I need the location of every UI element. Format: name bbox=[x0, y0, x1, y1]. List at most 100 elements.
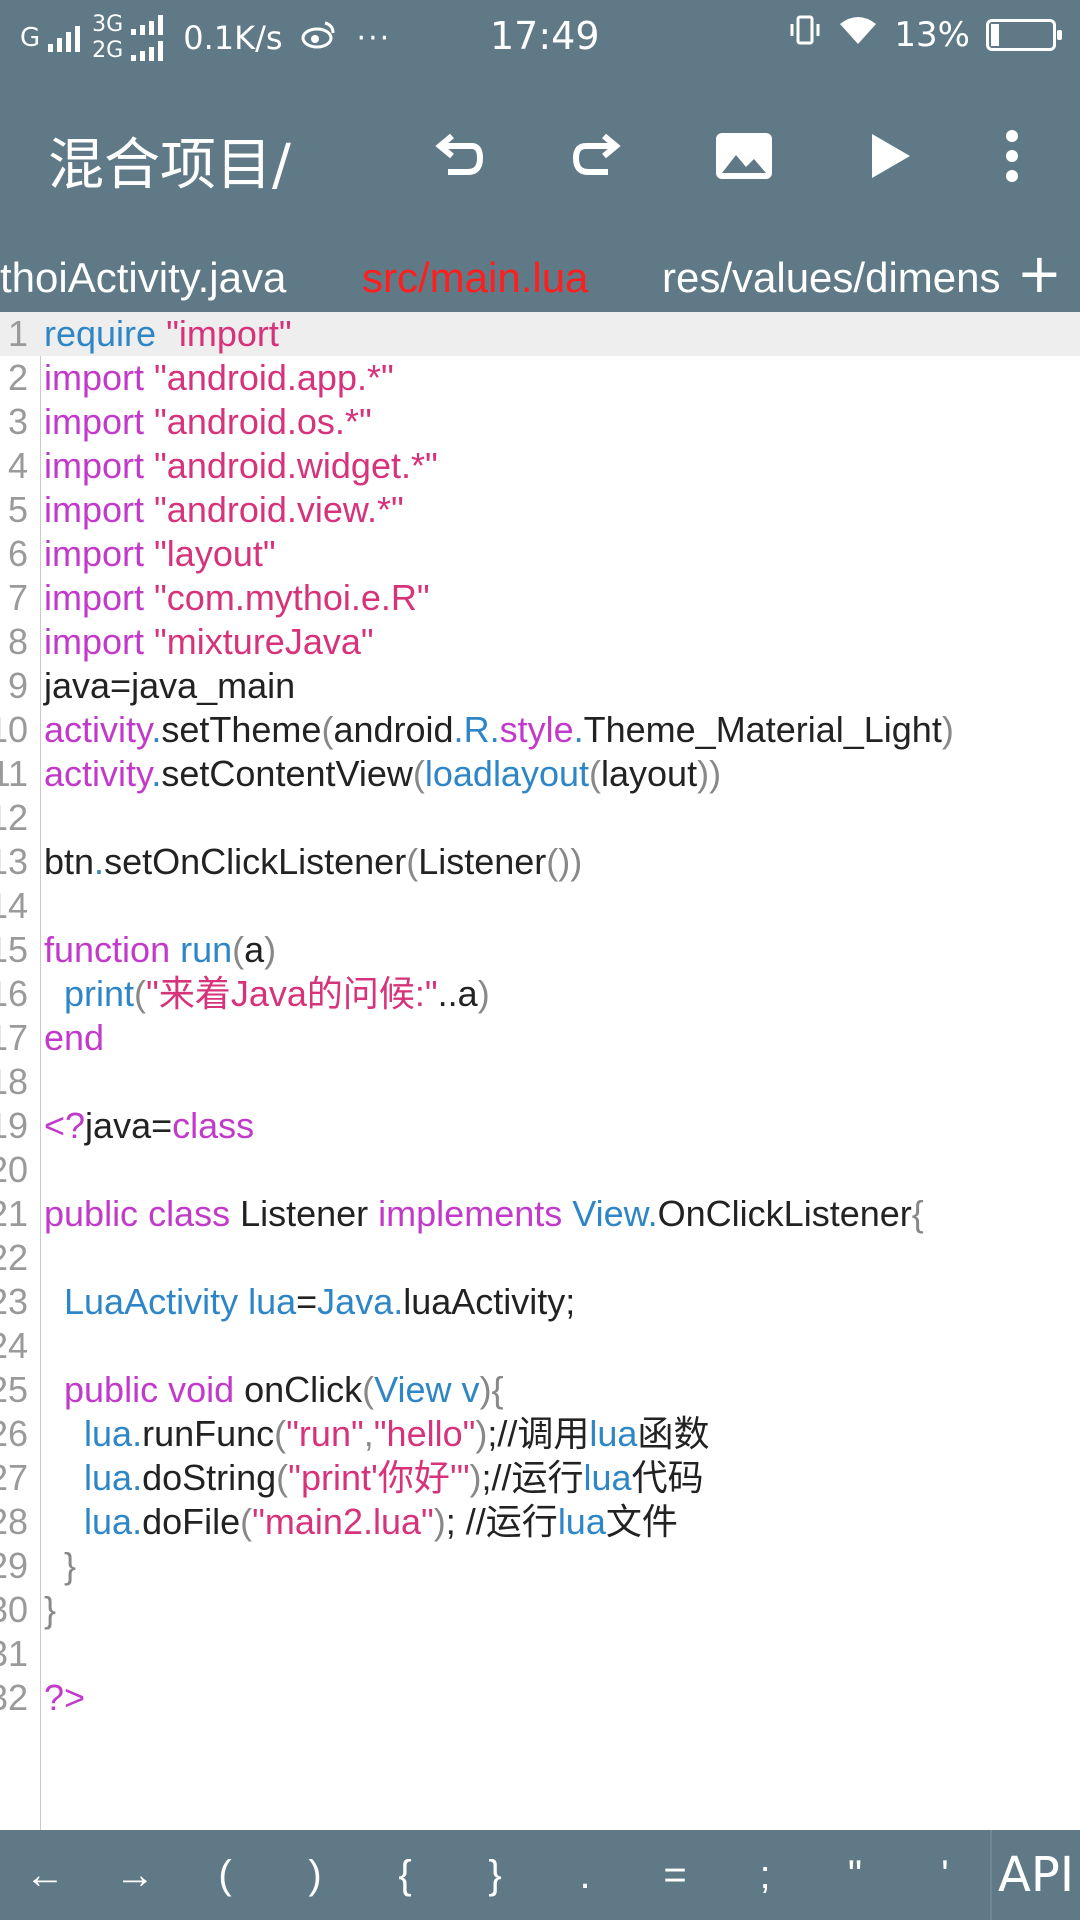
code-token: ) bbox=[469, 1457, 482, 1498]
line-number: 14 bbox=[0, 885, 29, 926]
code-line[interactable]: 18 bbox=[0, 1060, 1080, 1104]
image-icon bbox=[716, 133, 772, 179]
code-line[interactable]: 7 import "com.mythoi.e.R" bbox=[0, 576, 1080, 620]
code-token: end bbox=[44, 1017, 105, 1058]
line-number: 21 bbox=[0, 1193, 29, 1234]
code-line[interactable]: 25 public void onClick(View v){ bbox=[0, 1368, 1080, 1412]
symbol-key[interactable]: ; bbox=[720, 1853, 810, 1898]
code-line[interactable]: 11activity.setContentView(loadlayout(lay… bbox=[0, 752, 1080, 796]
code-token: )) bbox=[697, 753, 722, 794]
code-token: "print'你好'" bbox=[288, 1457, 470, 1498]
line-number: 15 bbox=[0, 929, 29, 970]
run-button[interactable] bbox=[850, 116, 930, 196]
code-line[interactable]: 30} bbox=[0, 1588, 1080, 1632]
line-number: 3 bbox=[7, 401, 28, 442]
image-button[interactable] bbox=[704, 116, 784, 196]
code-line[interactable]: 5 import "android.view.*" bbox=[0, 488, 1080, 532]
code-line[interactable]: 22 bbox=[0, 1236, 1080, 1280]
redo-button[interactable] bbox=[560, 116, 640, 196]
code-line[interactable]: 14 bbox=[0, 884, 1080, 928]
line-code: import "android.os.*" bbox=[44, 400, 372, 444]
symbol-key[interactable]: ( bbox=[180, 1853, 270, 1898]
line-code: import "mixtureJava" bbox=[44, 620, 374, 664]
code-token: function bbox=[44, 929, 181, 970]
line-code: function run(a) bbox=[44, 928, 276, 972]
code-line[interactable]: 27 lua.doString("print'你好'");//运行lua代码 bbox=[0, 1456, 1080, 1500]
symbol-key[interactable]: . bbox=[540, 1853, 630, 1898]
code-line[interactable]: 21 public class Listener implements View.… bbox=[0, 1192, 1080, 1236]
tab-activity-java[interactable]: thoiActivity.java bbox=[0, 254, 286, 302]
symbol-key[interactable]: = bbox=[630, 1853, 720, 1898]
code-token: } bbox=[44, 1545, 77, 1586]
symbol-key[interactable]: ' bbox=[900, 1853, 990, 1898]
code-line[interactable]: 12 bbox=[0, 796, 1080, 840]
code-token: ) bbox=[264, 929, 277, 970]
symbol-key[interactable]: " bbox=[810, 1853, 900, 1898]
play-icon bbox=[872, 134, 910, 178]
code-token: ( bbox=[276, 1457, 289, 1498]
add-tab-button[interactable]: + bbox=[1017, 242, 1062, 305]
status-right: 13% bbox=[788, 14, 1062, 55]
api-button[interactable]: API bbox=[992, 1847, 1080, 1903]
code-token: . bbox=[132, 1457, 143, 1498]
symbol-key[interactable]: ← bbox=[0, 1853, 90, 1898]
code-line[interactable]: 28 lua.doFile("main2.lua"); //运行lua文件 bbox=[0, 1500, 1080, 1544]
tab-main-lua[interactable]: src/main.lua bbox=[362, 254, 588, 302]
code-line[interactable]: 3 import "android.os.*" bbox=[0, 400, 1080, 444]
code-token: public void bbox=[64, 1369, 245, 1410]
line-number: 25 bbox=[0, 1369, 29, 1410]
code-line[interactable]: 32 ?> bbox=[0, 1676, 1080, 1720]
code-token: lua bbox=[84, 1413, 133, 1454]
code-token: lua bbox=[583, 1457, 632, 1498]
code-token: ..a bbox=[437, 973, 478, 1014]
code-token: "import" bbox=[166, 313, 292, 354]
undo-button[interactable] bbox=[416, 116, 496, 196]
code-line[interactable]: 15 function run(a) bbox=[0, 928, 1080, 972]
code-line[interactable]: 17 end bbox=[0, 1016, 1080, 1060]
code-line[interactable]: 23 LuaActivity lua=Java.luaActivity; bbox=[0, 1280, 1080, 1324]
code-line[interactable]: 31 bbox=[0, 1632, 1080, 1676]
tab-dimens[interactable]: res/values/dimens bbox=[662, 254, 1000, 302]
line-number: 31 bbox=[0, 1633, 29, 1674]
code-token: Listener bbox=[240, 1193, 379, 1234]
code-line[interactable]: 24 bbox=[0, 1324, 1080, 1368]
code-line[interactable]: 20 bbox=[0, 1148, 1080, 1192]
code-line[interactable]: 16 print("来着Java的问候:"..a) bbox=[0, 972, 1080, 1016]
code-line[interactable]: 9 java=java_main bbox=[0, 664, 1080, 708]
code-token: implements bbox=[378, 1193, 573, 1234]
line-number: 9 bbox=[7, 665, 28, 706]
line-number: 30 bbox=[0, 1589, 29, 1630]
signal-secondary: 3G 2G bbox=[92, 12, 164, 64]
code-line[interactable]: 26 lua.runFunc("run","hello");//调用lua函数 bbox=[0, 1412, 1080, 1456]
line-number: 12 bbox=[0, 797, 29, 838]
code-token: ) bbox=[475, 1413, 488, 1454]
code-token: View v bbox=[374, 1369, 480, 1410]
code-line[interactable]: 1 require "import" bbox=[0, 312, 1080, 356]
symbol-key[interactable]: } bbox=[450, 1853, 540, 1898]
code-line[interactable]: 2 import "android.app.*" bbox=[0, 356, 1080, 400]
line-code: activity.setTheme(android.R.style.Theme_… bbox=[44, 708, 954, 752]
symbol-bar: ← →(){}. =; " ' API bbox=[0, 1830, 1080, 1920]
code-line[interactable]: 10activity.setTheme(android.R.style.Them… bbox=[0, 708, 1080, 752]
symbol-key[interactable]: ) bbox=[270, 1853, 360, 1898]
code-line[interactable]: 29 } bbox=[0, 1544, 1080, 1588]
symbol-key[interactable]: { bbox=[360, 1853, 450, 1898]
code-editor[interactable]: 1 require "import" 2 import "android.app.*"… bbox=[0, 312, 1080, 1830]
code-line[interactable]: 13 btn.setOnClickListener(Listener()) bbox=[0, 840, 1080, 884]
line-code: import "com.mythoi.e.R" bbox=[44, 576, 430, 620]
code-line[interactable]: 19 <?java=class bbox=[0, 1104, 1080, 1148]
symbol-key[interactable]: → bbox=[90, 1853, 180, 1898]
code-token: lua bbox=[557, 1501, 606, 1542]
code-line[interactable]: 8 import "mixtureJava" bbox=[0, 620, 1080, 664]
code-token: "android.widget.*" bbox=[154, 445, 438, 486]
code-line[interactable]: 4 import "android.widget.*" bbox=[0, 444, 1080, 488]
code-line[interactable]: 6 import "layout" bbox=[0, 532, 1080, 576]
code-token: OnClickListener bbox=[657, 1193, 912, 1234]
line-code: LuaActivity lua=Java.luaActivity; bbox=[44, 1280, 575, 1324]
code-token: ) bbox=[941, 709, 954, 750]
more-options-button[interactable] bbox=[972, 116, 1052, 196]
code-token: setOnClickListener bbox=[104, 841, 407, 882]
net-3g-label: 3G bbox=[92, 12, 124, 37]
